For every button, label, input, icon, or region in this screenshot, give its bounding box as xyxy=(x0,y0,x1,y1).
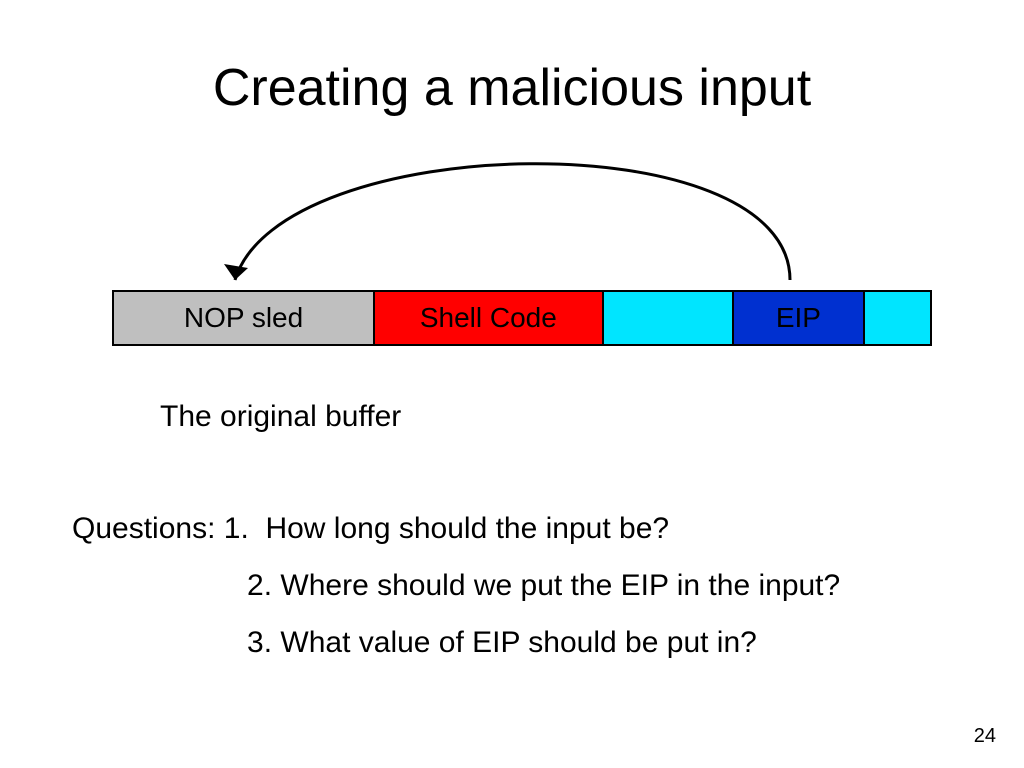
question-3: 3. What value of EIP should be put in? xyxy=(72,614,972,671)
page-number: 24 xyxy=(974,725,996,748)
question-2: 2. Where should we put the EIP in the in… xyxy=(72,557,972,614)
segment-nop-sled: NOP sled xyxy=(114,292,375,344)
segment-shell-code: Shell Code xyxy=(375,292,603,344)
question-1: Questions: 1. How long should the input … xyxy=(72,500,972,557)
questions-block: Questions: 1. How long should the input … xyxy=(72,500,972,671)
pointer-arrow xyxy=(180,150,820,300)
segment-gap-1 xyxy=(604,292,735,344)
buffer-caption: The original buffer xyxy=(160,400,401,434)
buffer-layout: NOP sled Shell Code EIP xyxy=(112,290,932,346)
slide-title: Creating a malicious input xyxy=(0,58,1024,118)
segment-eip: EIP xyxy=(734,292,865,344)
segment-gap-2 xyxy=(865,292,930,344)
questions-label: Questions: xyxy=(72,512,215,545)
